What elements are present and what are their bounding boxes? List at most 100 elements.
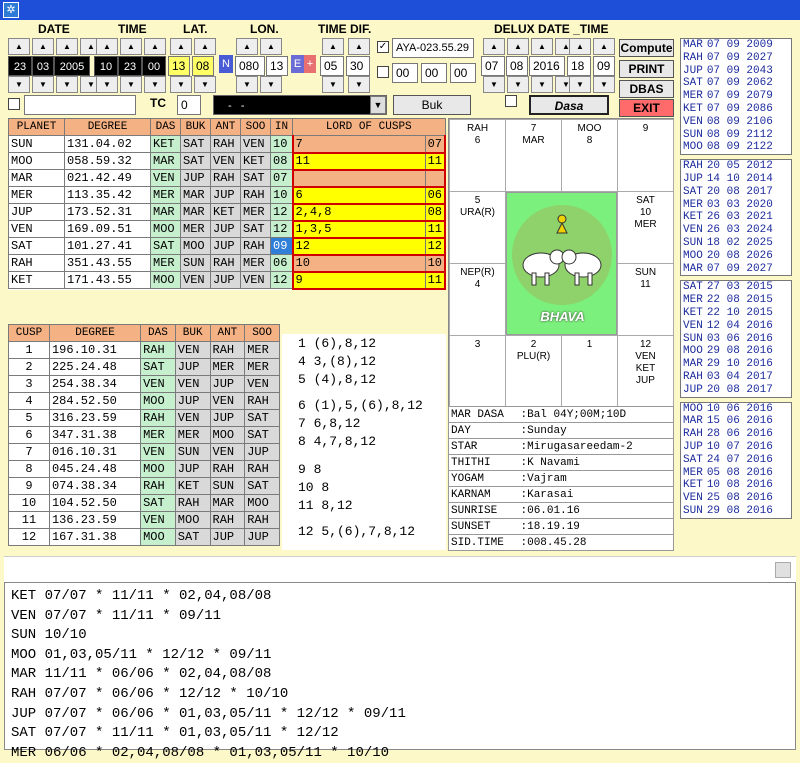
spin-up-icon[interactable]: ▲ <box>531 38 553 55</box>
aya-sub-checkbox[interactable] <box>377 66 389 78</box>
lat-min-field[interactable]: 08 <box>192 56 214 76</box>
cusp-cell: 11 <box>8 511 50 529</box>
dasa-row: KET 10 08 2016 <box>681 479 775 492</box>
aya-sub-2[interactable]: 00 <box>421 63 447 83</box>
delux-year-field[interactable]: 2016 <box>529 56 565 76</box>
timedif-min-field[interactable]: 30 <box>346 56 370 76</box>
output-text-area[interactable]: KET 07/07 * 11/11 * 02,04,08/08 VEN 07/07… <box>4 582 796 761</box>
aya-field[interactable]: AYA-023.55.29 <box>392 38 474 58</box>
spin-up-icon[interactable]: ▲ <box>322 38 344 55</box>
aya-sub-3[interactable]: 00 <box>450 63 476 83</box>
spin-up-icon[interactable]: ▲ <box>8 38 30 55</box>
planet-lord-cell: 2,4,8 <box>291 202 426 222</box>
delux-hour-field[interactable]: 18 <box>567 56 591 76</box>
dasa-row: RAH 07 09 2027 <box>681 52 775 65</box>
cusp-cell: SUN <box>174 443 211 461</box>
cusp-table-header: CUSP DEGREE DAS BUK ANT SOO <box>8 324 280 342</box>
spin-up-icon[interactable]: ▲ <box>236 38 258 55</box>
planet-soo-cell: RAH <box>240 237 271 255</box>
spin-down-icon[interactable]: ▼ <box>120 76 142 93</box>
date-day-field[interactable]: 23 <box>8 56 32 76</box>
planet-buk-cell: MAR <box>180 186 211 204</box>
planet-degree-cell: 021.42.49 <box>64 169 151 187</box>
date-month-field[interactable]: 03 <box>32 56 54 76</box>
place-combo[interactable]: - - <box>213 95 387 115</box>
dasa-checkbox[interactable] <box>505 95 517 107</box>
spin-down-icon[interactable]: ▼ <box>322 76 344 93</box>
elephant-icon <box>512 205 612 305</box>
spin-up-icon[interactable]: ▲ <box>569 38 591 55</box>
spin-up-icon[interactable]: ▲ <box>56 38 78 55</box>
compute-button[interactable]: Compute <box>619 39 674 57</box>
delux-day-field[interactable]: 07 <box>481 56 505 76</box>
spin-down-icon[interactable]: ▼ <box>96 76 118 93</box>
spin-down-icon[interactable]: ▼ <box>144 76 166 93</box>
dasa-planet: RAH <box>683 160 703 173</box>
spin-down-icon[interactable]: ▼ <box>8 76 30 93</box>
spin-up-icon[interactable]: ▲ <box>32 38 54 55</box>
spin-up-icon[interactable]: ▲ <box>483 38 505 55</box>
spin-down-icon[interactable]: ▼ <box>236 76 258 93</box>
spin-down-icon[interactable]: ▼ <box>194 76 216 93</box>
lon-min-field[interactable]: 13 <box>266 56 288 76</box>
time-hour-field[interactable]: 10 <box>94 56 118 76</box>
spin-up-icon[interactable]: ▲ <box>348 38 370 55</box>
spin-up-icon[interactable]: ▲ <box>96 38 118 55</box>
spin-up-icon[interactable]: ▲ <box>170 38 192 55</box>
planet-soo-cell: MER <box>240 203 271 221</box>
name-field[interactable] <box>24 95 136 115</box>
spin-down-icon[interactable]: ▼ <box>56 76 78 93</box>
planet-ant-cell: RAH <box>210 254 241 272</box>
cusp-lord-line: 8 4,7,8,12 <box>298 434 377 449</box>
info-row: SUNSET:18.19.19 <box>448 518 674 535</box>
dasa-planet: VEN <box>683 224 703 237</box>
planet-degree-cell: 113.35.42 <box>64 186 151 204</box>
spin-down-icon[interactable]: ▼ <box>260 76 282 93</box>
delux-month-field[interactable]: 08 <box>506 56 528 76</box>
time-min-field[interactable]: 23 <box>118 56 142 76</box>
dasa-date: 20 08 2017 <box>706 185 773 198</box>
spin-down-icon[interactable]: ▼ <box>593 76 615 93</box>
lat-deg-field[interactable]: 13 <box>168 56 190 76</box>
name-checkbox[interactable] <box>8 98 20 110</box>
spin-up-icon[interactable]: ▲ <box>120 38 142 55</box>
spin-down-icon[interactable]: ▼ <box>32 76 54 93</box>
dasa-planet: KET <box>683 211 703 224</box>
planet-right-cell: 11 <box>424 219 446 239</box>
spin-down-icon[interactable]: ▼ <box>170 76 192 93</box>
spin-down-icon[interactable]: ▼ <box>569 76 591 93</box>
spin-up-icon[interactable]: ▲ <box>507 38 529 55</box>
dasa-button[interactable]: Dasa <box>529 95 609 115</box>
dasa-date: 07 09 2027 <box>706 51 773 64</box>
lon-direction[interactable]: E <box>291 55 304 73</box>
spin-up-icon[interactable]: ▲ <box>144 38 166 55</box>
spin-down-icon[interactable]: ▼ <box>348 76 370 93</box>
spin-up-icon[interactable]: ▲ <box>260 38 282 55</box>
dbas-button[interactable]: DBAS <box>619 80 674 98</box>
date-year-field[interactable]: 2005 <box>54 56 90 76</box>
time-sec-field[interactable]: 00 <box>142 56 166 76</box>
cusp-row: 8 045.24.48 MOO JUP RAH RAH <box>8 460 280 478</box>
print-button[interactable]: PRINT <box>619 60 674 78</box>
spin-up-icon[interactable]: ▲ <box>194 38 216 55</box>
buk-button[interactable]: Buk <box>393 95 471 115</box>
dasa-row: SAT 07 09 2062 <box>681 77 775 90</box>
spin-down-icon[interactable]: ▼ <box>483 76 505 93</box>
aya-checkbox[interactable]: ✓ <box>377 41 389 53</box>
delux-min-field[interactable]: 09 <box>593 56 615 76</box>
scrollbar-button[interactable] <box>775 562 791 578</box>
aya-sub-1[interactable]: 00 <box>392 63 418 83</box>
lon-deg-field[interactable]: 080 <box>235 56 265 76</box>
planet-lord-cell: 12 <box>291 236 426 256</box>
planet-right-cell <box>424 169 446 187</box>
combo-dropdown-icon[interactable]: ▼ <box>370 96 386 114</box>
planet-soo-cell: SAT <box>240 220 271 238</box>
spin-up-icon[interactable]: ▲ <box>593 38 615 55</box>
spin-down-icon[interactable]: ▼ <box>507 76 529 93</box>
lon-sign[interactable]: + <box>304 55 316 73</box>
timedif-hour-field[interactable]: 05 <box>320 56 344 76</box>
tc-field[interactable]: 0 <box>177 95 201 115</box>
exit-button[interactable]: EXIT <box>619 99 674 117</box>
lat-direction[interactable]: N <box>219 55 233 73</box>
spin-down-icon[interactable]: ▼ <box>531 76 553 93</box>
